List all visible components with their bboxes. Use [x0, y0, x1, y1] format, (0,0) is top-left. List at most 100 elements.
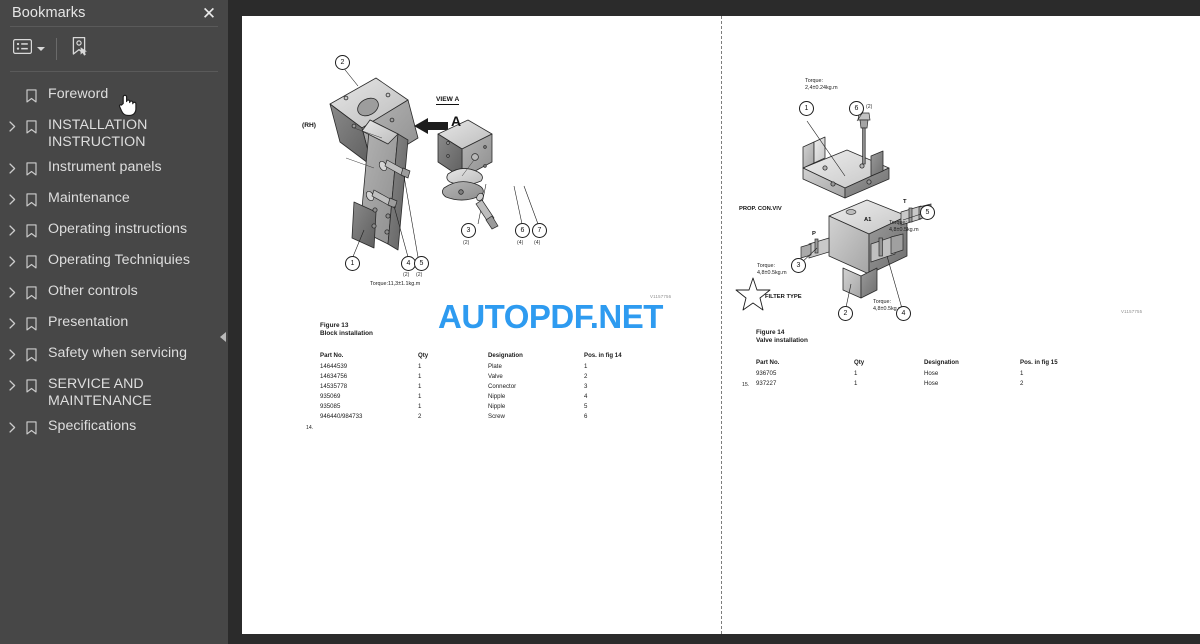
- callout-1[interactable]: 1: [799, 101, 814, 116]
- cell-part-no: 946440/984733: [320, 413, 363, 421]
- callout-6[interactable]: 6: [515, 223, 530, 238]
- sidebar-collapse-handle[interactable]: [217, 322, 228, 352]
- sidebar-item-foreword[interactable]: Foreword: [0, 82, 228, 113]
- toolbar-divider: [56, 38, 57, 60]
- sidebar-item-maintenance[interactable]: Maintenance: [0, 186, 228, 217]
- table-row: 937227 1 Hose 2: [756, 380, 1090, 390]
- sidebar-header: Bookmarks ✕: [0, 0, 228, 26]
- torque-left-line1: Torque:: [757, 263, 775, 269]
- bookmark-icon: [20, 283, 42, 300]
- sidebar-item-label: SERVICE AND MAINTENANCE: [48, 376, 152, 409]
- figure-number-right: Figure 14: [756, 329, 785, 336]
- view-a-label: VIEW A: [436, 96, 460, 105]
- chevron-right-icon[interactable]: [4, 345, 20, 360]
- sidebar-item-service-and-maintenance[interactable]: SERVICE AND MAINTENANCE: [0, 372, 228, 414]
- cell-part-no: 935069: [320, 393, 341, 401]
- cell-qty: 1: [418, 382, 422, 390]
- th-part-no: Part No.: [320, 352, 344, 359]
- sidebar-toolbar: [0, 27, 228, 71]
- sidebar-item-label: Safety when servicing: [48, 345, 188, 361]
- chevron-right-icon[interactable]: [4, 190, 20, 205]
- chevron-right-icon[interactable]: [4, 376, 20, 391]
- cell-part-no: 14535778: [320, 382, 348, 390]
- port-t-label: T: [903, 199, 907, 205]
- viewer-top-band: [228, 0, 1200, 16]
- list-options-button[interactable]: [10, 34, 48, 64]
- torque-top-line2: 2,4±0.24kg.m: [805, 84, 838, 91]
- callout-1[interactable]: 1: [345, 256, 360, 271]
- sidebar-item-operating-instructions[interactable]: Operating instructions: [0, 217, 228, 248]
- cell-part-no: 935085: [320, 403, 341, 411]
- page-divider: [721, 16, 722, 634]
- new-bookmark-button[interactable]: [67, 34, 93, 64]
- bookmark-icon: [20, 117, 42, 134]
- document-viewer[interactable]: (RH) A VIEW A 2 1 4 5 (2) (2) Torque:11,…: [228, 0, 1200, 644]
- sidebar-item-operating-techniquies[interactable]: Operating Techniquies: [0, 248, 228, 279]
- cell-designation: Hose: [924, 379, 939, 387]
- port-a1-label: A1: [864, 217, 872, 223]
- bookmark-list: Foreword INSTALLATION INSTRUCTION Instru…: [0, 72, 228, 445]
- bookmark-icon: [20, 418, 42, 435]
- bookmark-icon: [20, 159, 42, 176]
- cell-part-no: 937227: [756, 379, 777, 387]
- callout-6-qty: (2): [866, 104, 873, 110]
- sidebar-item-label: Presentation: [48, 314, 129, 330]
- callout-2[interactable]: 2: [838, 306, 853, 321]
- table-row: 936705 1 Hose 1: [756, 370, 1090, 380]
- chevron-right-icon[interactable]: [4, 418, 20, 433]
- callout-7[interactable]: 7: [532, 223, 547, 238]
- figure-number-left: Figure 13: [320, 322, 349, 329]
- cell-pos: 4: [584, 393, 588, 401]
- bookmark-icon: [20, 252, 42, 269]
- cell-designation: Plate: [488, 362, 502, 370]
- cell-part-no: 936705: [756, 369, 777, 377]
- cell-qty: 1: [418, 393, 422, 401]
- sidebar-item-label: Specifications: [48, 418, 137, 434]
- bookmark-icon: [20, 345, 42, 362]
- cell-qty: 1: [854, 379, 858, 387]
- th-qty: Qty: [418, 352, 429, 359]
- figure-caption-right: Valve installation: [756, 337, 808, 345]
- torque-note-left: Torque:11,3±1.1kg.m: [370, 281, 421, 287]
- callout-6[interactable]: 6: [849, 101, 864, 116]
- sidebar-item-presentation[interactable]: Presentation: [0, 310, 228, 341]
- callout-5[interactable]: 5: [920, 205, 935, 220]
- chevron-right-icon[interactable]: [4, 117, 20, 132]
- sidebar-item-specifications[interactable]: Specifications: [0, 414, 228, 445]
- sidebar-title: Bookmarks: [12, 5, 86, 21]
- chevron-right-icon[interactable]: [4, 252, 20, 267]
- callout-4[interactable]: 4: [896, 306, 911, 321]
- chevron-right-icon[interactable]: [4, 159, 20, 174]
- th-qty: Qty: [854, 359, 865, 366]
- chevron-right-icon[interactable]: [4, 221, 20, 236]
- chevron-right-icon[interactable]: [4, 283, 20, 298]
- cell-qty: 2: [418, 413, 422, 421]
- torque-top-line1: Torque:: [805, 78, 823, 84]
- cell-designation: Valve: [488, 372, 503, 380]
- torque-left-line2: 4,8±0.5kg.m: [757, 269, 787, 276]
- cell-qty: 1: [854, 369, 858, 377]
- sidebar-item-label: Instrument panels: [48, 159, 162, 175]
- cell-pos: 5: [584, 403, 588, 411]
- th-pos-in-fig: Pos. in fig 15: [1020, 359, 1058, 366]
- table-row: 14644539 1 Plate 1: [320, 363, 654, 373]
- bookmark-icon: [20, 86, 42, 103]
- sidebar-item-safety-when-servicing[interactable]: Safety when servicing: [0, 341, 228, 372]
- valve-installation-diagram: [735, 111, 932, 313]
- close-icon[interactable]: ✕: [198, 2, 220, 24]
- sidebar-item-other-controls[interactable]: Other controls: [0, 279, 228, 310]
- sidebar-item-installation-instruction[interactable]: INSTALLATION INSTRUCTION: [0, 113, 228, 155]
- cell-designation: Connector: [488, 382, 517, 390]
- chevron-right-icon[interactable]: [4, 314, 20, 329]
- sidebar-item-label: Operating Techniquies: [48, 252, 190, 268]
- new-bookmark-icon: [70, 36, 90, 62]
- callout-2[interactable]: 2: [335, 55, 350, 70]
- pdf-viewer-app: Bookmarks ✕ Foreword INSTALLATION INSTRU…: [0, 0, 1200, 644]
- th-designation: Designation: [488, 352, 523, 359]
- callout-3[interactable]: 3: [461, 223, 476, 238]
- callout-5[interactable]: 5: [414, 256, 429, 271]
- sidebar-item-instrument-panels[interactable]: Instrument panels: [0, 155, 228, 186]
- callout-3[interactable]: 3: [791, 258, 806, 273]
- th-designation: Designation: [924, 359, 959, 366]
- bookmarks-sidebar: Bookmarks ✕ Foreword INSTALLATION INSTRU…: [0, 0, 228, 644]
